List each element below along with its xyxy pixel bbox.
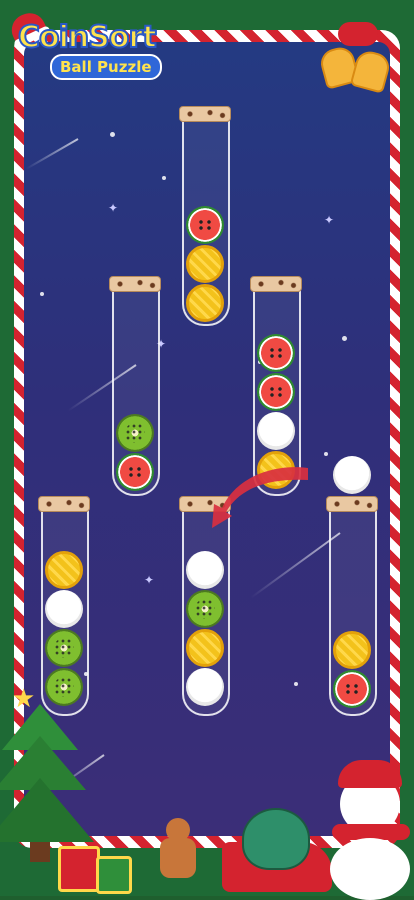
tube-cork: [109, 276, 161, 292]
watermelon-ball: [116, 453, 154, 491]
tube-cork: [326, 496, 378, 512]
sparkle-icon: ✦: [144, 573, 155, 587]
star-icon: [40, 292, 44, 296]
watermelon-ball: [257, 334, 295, 372]
pineapple-ball: [45, 551, 83, 589]
tube-4[interactable]: [38, 496, 90, 716]
logo-subtitle: Ball Puzzle: [50, 54, 162, 80]
gift-sack-icon: [242, 808, 310, 870]
pineapple-ball: [333, 631, 371, 669]
watermelon-ball: [186, 206, 224, 244]
selected-coconut-ball[interactable]: [333, 456, 371, 494]
logo-title: CoinSort: [17, 19, 158, 56]
move-hint-arrow: [212, 467, 308, 528]
pineapple-ball: [186, 629, 224, 667]
game-logo: CoinSort Ball Puzzle: [6, 6, 180, 80]
snowman-icon: [326, 760, 414, 900]
kiwi-ball: [116, 414, 154, 452]
gingerbread-man-icon: [156, 818, 200, 884]
tube-cork: [38, 496, 90, 512]
gift-box-icon: [58, 846, 100, 892]
star-icon: [110, 132, 115, 137]
kiwi-ball: [45, 629, 83, 667]
pineapple-ball: [186, 245, 224, 283]
gift-box-icon: [96, 856, 132, 894]
tube-1[interactable]: [179, 106, 231, 326]
pineapple-ball: [186, 284, 224, 322]
star-icon: [324, 452, 328, 456]
watermelon-ball: [257, 373, 295, 411]
kiwi-ball: [186, 590, 224, 628]
coconut-ball: [186, 551, 224, 589]
tube-cork: [250, 276, 302, 292]
sparkle-icon: ✦: [324, 213, 335, 227]
sparkle-icon: ✦: [108, 201, 119, 215]
christmas-bell-icon: [317, 22, 393, 94]
shooting-star: [25, 138, 79, 170]
coconut-ball: [257, 412, 295, 450]
coconut-ball: [45, 590, 83, 628]
tube-5[interactable]: [179, 496, 231, 716]
tube-6[interactable]: [326, 496, 378, 716]
coconut-ball: [186, 668, 224, 706]
star-icon: [294, 682, 298, 686]
star-icon: [342, 336, 347, 341]
shooting-star: [250, 532, 341, 599]
tube-cork: [179, 106, 231, 122]
star-icon: [162, 176, 166, 180]
tube-2[interactable]: [109, 276, 161, 496]
watermelon-ball: [333, 670, 371, 708]
